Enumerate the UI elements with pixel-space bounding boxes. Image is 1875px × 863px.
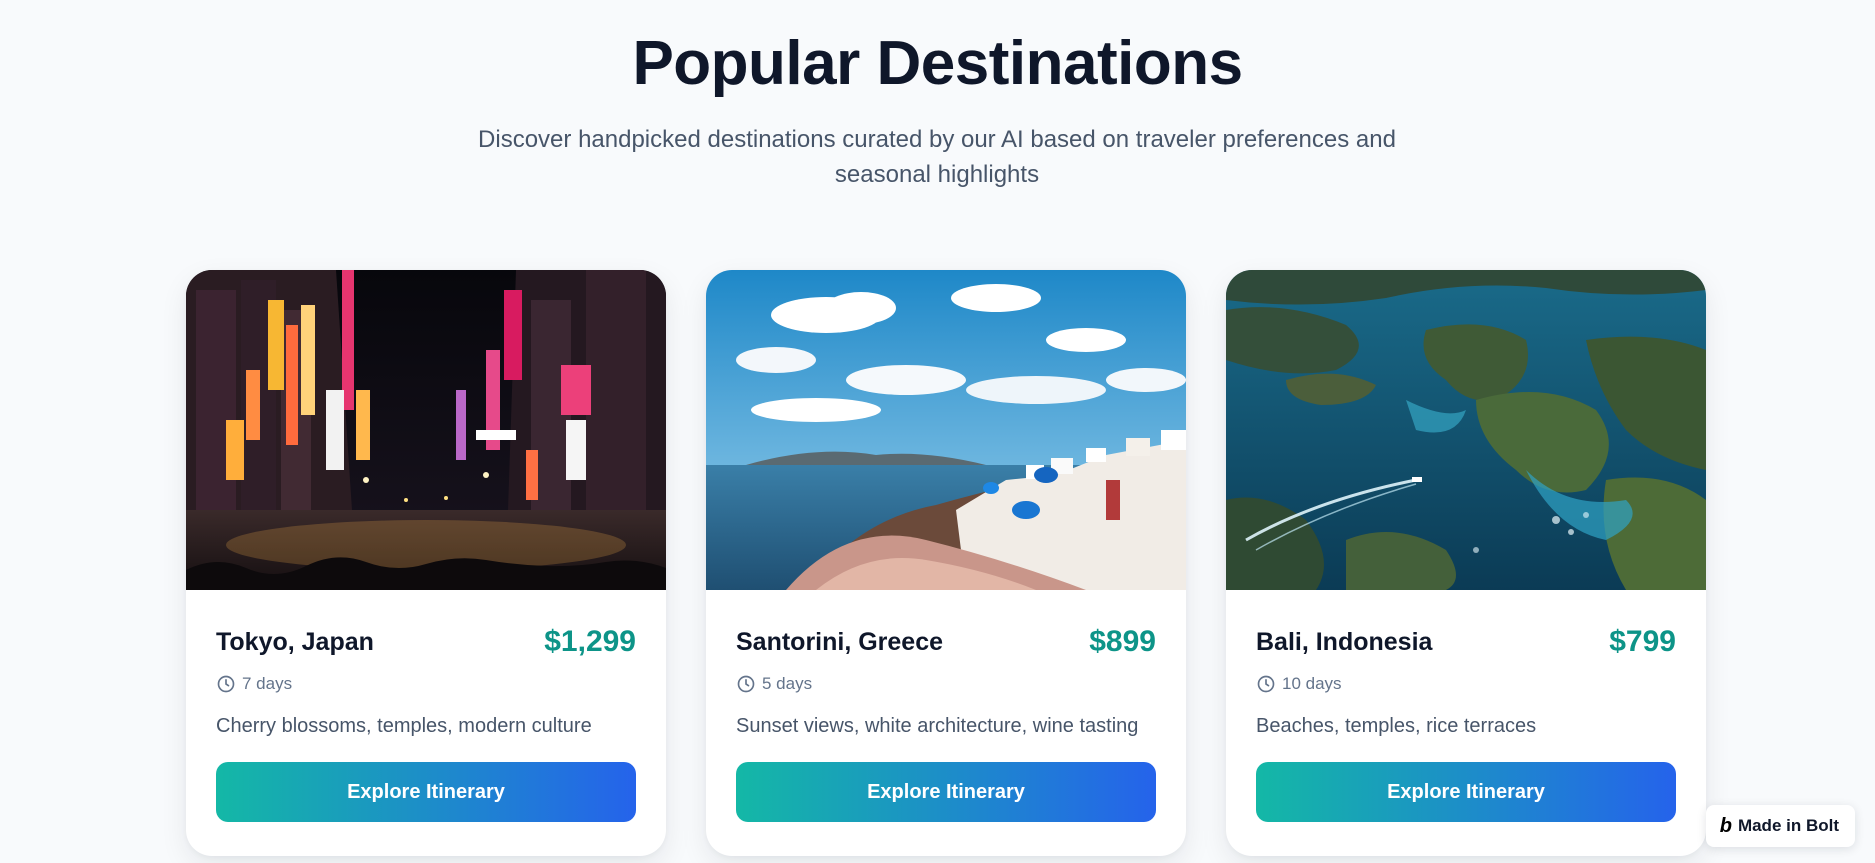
tropical-islands-aerial-photo xyxy=(1226,270,1706,590)
santorini-image xyxy=(706,270,1186,590)
page: Popular Destinations Discover handpicked… xyxy=(0,0,1875,863)
title-row: Bali, Indonesia $799 xyxy=(1256,624,1676,660)
title-row: Tokyo, Japan $1,299 xyxy=(216,624,636,660)
destination-card-santorini: Santorini, Greece $899 5 days Sunset vie… xyxy=(706,270,1186,856)
destination-name: Santorini, Greece xyxy=(736,627,944,656)
clock-icon xyxy=(737,675,755,693)
explore-itinerary-button[interactable]: Explore Itinerary xyxy=(736,762,1156,822)
clock-icon xyxy=(1257,675,1275,693)
page-title: Popular Destinations xyxy=(632,29,1243,98)
destination-price: $799 xyxy=(1609,625,1676,658)
destination-name: Bali, Indonesia xyxy=(1256,627,1433,656)
destination-description: Sunset views, white architecture, wine t… xyxy=(736,715,1139,737)
bali-card-body: Bali, Indonesia $799 10 days Beaches, te… xyxy=(1226,624,1706,822)
duration-row: 7 days xyxy=(216,672,636,696)
made-in-bolt-badge[interactable]: b Made in Bolt xyxy=(1705,805,1855,847)
page-subtitle: Discover handpicked destinations curated… xyxy=(478,126,1396,188)
destination-cards: Tokyo, Japan $1,299 7 days Cherry blosso… xyxy=(186,270,1706,856)
explore-itinerary-button[interactable]: Explore Itinerary xyxy=(216,762,636,822)
destination-name: Tokyo, Japan xyxy=(216,627,374,656)
santorini-coast-photo xyxy=(706,270,1186,590)
duration-text: 7 days xyxy=(242,674,293,693)
title-row: Santorini, Greece $899 xyxy=(736,624,1156,660)
bolt-logo-icon: b xyxy=(1719,814,1732,837)
destination-description: Beaches, temples, rice terraces xyxy=(1256,715,1537,737)
destination-price: $899 xyxy=(1089,625,1156,658)
clock-icon xyxy=(217,675,235,693)
tokyo-night-street-photo xyxy=(186,270,666,590)
santorini-card-body: Santorini, Greece $899 5 days Sunset vie… xyxy=(706,624,1186,822)
destination-description: Cherry blossoms, temples, modern culture xyxy=(216,715,592,737)
tokyo-card-body: Tokyo, Japan $1,299 7 days Cherry blosso… xyxy=(186,624,666,822)
duration-text: 5 days xyxy=(762,674,813,693)
destination-price: $1,299 xyxy=(544,625,636,658)
badge-label: Made in Bolt xyxy=(1737,816,1839,835)
destination-card-tokyo: Tokyo, Japan $1,299 7 days Cherry blosso… xyxy=(186,270,666,856)
duration-text: 10 days xyxy=(1282,674,1342,693)
bali-image xyxy=(1226,270,1706,590)
duration-row: 10 days xyxy=(1256,672,1676,696)
explore-itinerary-button[interactable]: Explore Itinerary xyxy=(1256,762,1676,822)
tokyo-image xyxy=(186,270,666,590)
duration-row: 5 days xyxy=(736,672,1156,696)
destination-card-bali: Bali, Indonesia $799 10 days Beaches, te… xyxy=(1226,270,1706,856)
